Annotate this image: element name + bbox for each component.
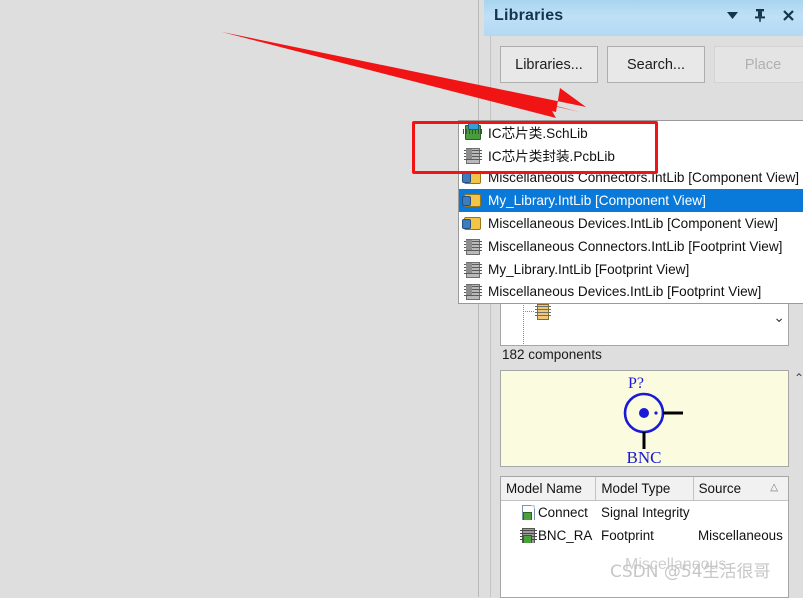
component-preview: P? BNC ⌃ [500,370,789,467]
close-icon[interactable] [781,8,795,22]
column-header-model-type[interactable]: Model Type [596,477,693,500]
dropdown-item-label: Miscellaneous Connectors.IntLib [Footpri… [488,239,782,254]
dropdown-item-label: Miscellaneous Devices.IntLib [Component … [488,216,778,231]
search-button[interactable]: Search... [607,46,705,83]
pcblib-icon [463,238,483,255]
column-header-source-label: Source [699,481,741,496]
pcblib-icon [463,261,483,278]
column-header-source[interactable]: Source △ [694,477,788,500]
pcblib-icon [463,283,483,300]
dropdown-item-misc-devices-footprint[interactable]: Miscellaneous Devices.IntLib [Footprint … [459,281,803,304]
preview-name-text: BNC [627,448,662,466]
dropdown-item-label: My_Library.IntLib [Footprint View] [488,262,689,277]
dropdown-item-label: Miscellaneous Devices.IntLib [Footprint … [488,284,761,299]
cell-source: Miscellaneous [693,528,788,543]
dropdown-item-my-library-footprint[interactable]: My_Library.IntLib [Footprint View] [459,258,803,281]
footprint-icon [520,528,536,543]
preview-scroll-up-icon[interactable]: ⌃ [794,371,803,385]
component-count-label: 182 components [502,347,602,362]
screenshot-canvas: Libraries [0,0,803,597]
model-table-header: Model Name Model Type Source △ [501,477,788,501]
intlib-icon [463,192,483,209]
dropdown-item-misc-connectors-footprint[interactable]: Miscellaneous Connectors.IntLib [Footpri… [459,235,803,258]
dropdown-item-label: My_Library.IntLib [Component View] [488,193,706,208]
dropdown-item-my-library-component[interactable]: My_Library.IntLib [Component View] [459,189,803,212]
libraries-button[interactable]: Libraries... [500,46,598,83]
bnc-symbol-graphic: P? BNC [501,371,788,466]
panel-toolbar: Libraries... Search... Place [500,46,803,83]
panel-titlebar: Libraries [484,0,803,36]
cell-model-name-text: BNC_RA [538,528,592,543]
dropdown-item-misc-devices-component[interactable]: Miscellaneous Devices.IntLib [Component … [459,212,803,235]
cell-model-name-text: Connect [538,505,588,520]
cell-model-type: Footprint [596,528,693,543]
intlib-icon [463,215,483,232]
column-header-model-name[interactable]: Model Name [501,477,596,500]
titlebar-icon-group [725,8,795,22]
cell-model-name: BNC_RA [501,528,596,543]
document-icon [520,505,536,520]
scroll-down-icon[interactable]: ⌄ [773,309,785,326]
sort-ascending-icon: △ [770,482,778,493]
preview-designator-text: P? [628,375,644,392]
editor-background [0,0,478,597]
watermark-front: Miscellaneous [625,556,726,574]
connector-icon [535,304,550,319]
table-row[interactable]: Connect Signal Integrity [501,501,788,524]
pin-icon[interactable] [753,8,767,22]
dropdown-arrow-icon[interactable] [725,8,739,22]
annotation-highlight-rectangle [412,121,658,174]
tree-branch-line [523,311,535,312]
cell-model-type: Signal Integrity [596,505,693,520]
place-button: Place [714,46,803,83]
panel-title: Libraries [494,7,563,25]
cell-model-name: Connect [501,505,596,520]
table-row[interactable]: BNC_RA Footprint Miscellaneous [501,524,788,547]
